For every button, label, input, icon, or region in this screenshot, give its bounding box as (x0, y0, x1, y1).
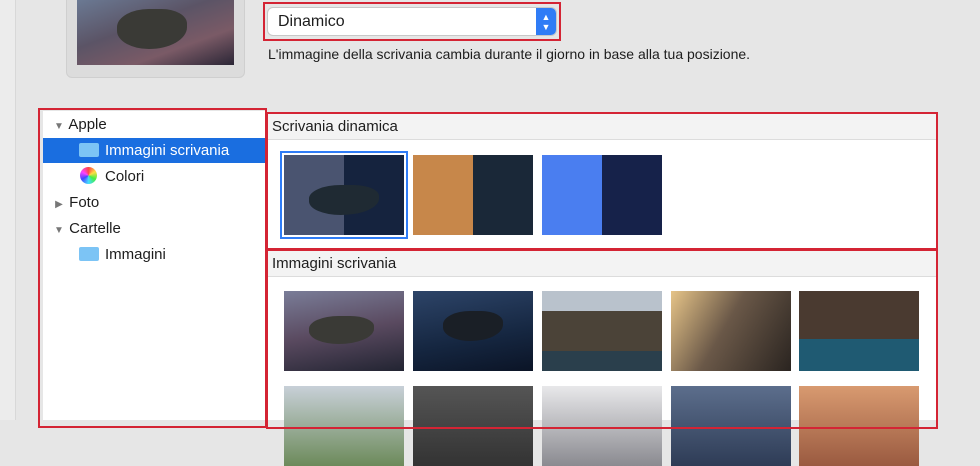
highlight-box (266, 249, 938, 429)
chevron-updown-icon: ▲ ▼ (536, 8, 556, 35)
highlight-box (266, 112, 938, 250)
highlight-box (38, 108, 267, 428)
wallpaper-image (77, 0, 234, 65)
current-wallpaper-preview (66, 0, 245, 78)
window-edge (0, 0, 16, 420)
select-value: Dinamico (278, 13, 345, 30)
wallpaper-mode-select[interactable]: Dinamico ▲ ▼ (268, 8, 556, 35)
mode-description: L'immagine della scrivania cambia durant… (268, 46, 751, 62)
